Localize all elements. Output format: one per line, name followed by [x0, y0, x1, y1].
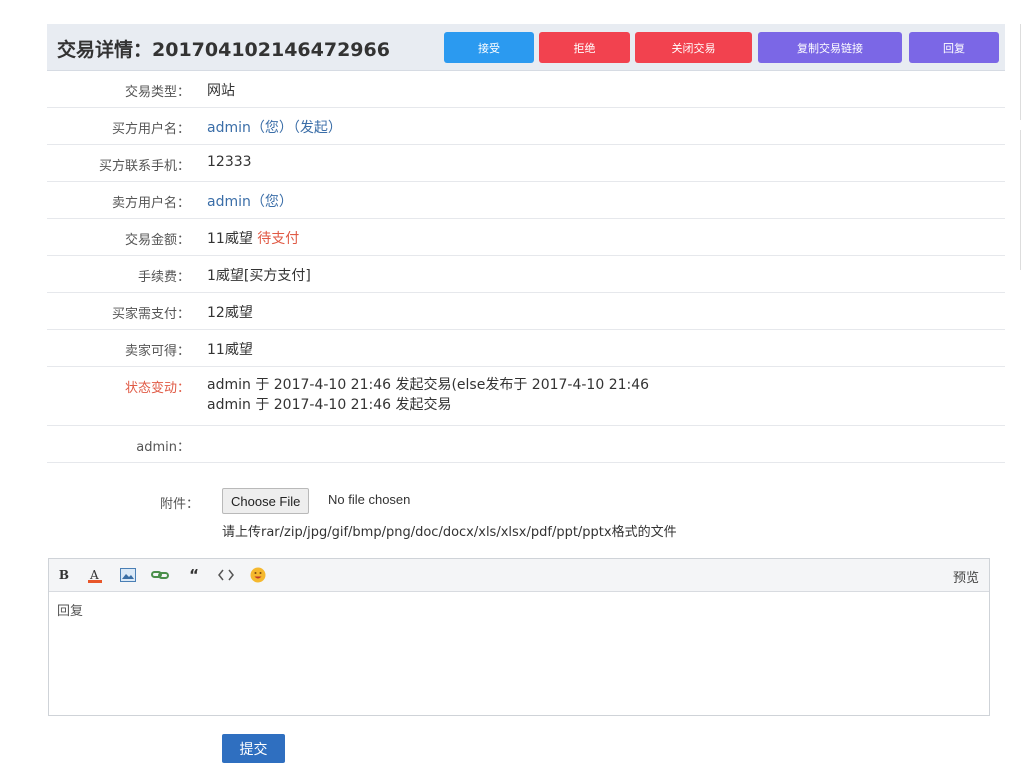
choose-file-button[interactable]: Choose File	[222, 488, 310, 514]
value-fee: 1威望[买方支付]	[207, 268, 311, 284]
label-buyer-phone: 买方联系手机：	[98, 159, 190, 174]
reply-editor: B A “ 预览 回复	[48, 558, 990, 716]
detail-row-amount: 交易金额： 11威望 待支付	[47, 219, 1005, 256]
font-color-icon[interactable]: A	[86, 566, 104, 584]
code-icon[interactable]	[217, 566, 235, 584]
label-status-changes: 状态变动：	[124, 381, 190, 396]
detail-row-fee: 手续费： 1威望[买方支付]	[47, 256, 1005, 293]
value-seller-gets: 11威望	[207, 342, 253, 358]
detail-row-seller-gets: 卖家可得： 11威望	[47, 330, 1005, 367]
trade-detail-header: 交易详情：201704102146472966 接受 拒绝 关闭交易 复制交易链…	[47, 24, 1005, 71]
attachment-hint: 请上传rar/zip/jpg/gif/bmp/png/doc/docx/xls/…	[222, 525, 677, 540]
detail-row-buyer: 买方用户名： admin（您）（发起）	[47, 108, 1005, 145]
trade-details-table: 交易类型： 网站 买方用户名： admin（您）（发起） 买方联系手机： 123…	[47, 71, 1005, 463]
detail-row-buyer-pays: 买家需支付： 12威望	[47, 293, 1005, 330]
value-buyer-pays: 12威望	[207, 305, 253, 321]
payment-status-badge: 待支付	[257, 231, 300, 247]
detail-row-buyer-phone: 买方联系手机： 12333	[47, 145, 1005, 182]
status-log-line: admin 于 2017-4-10 21:46 发起交易(else发布于 201…	[207, 377, 650, 393]
emoji-icon[interactable]	[249, 566, 267, 584]
label-buyer-pays: 买家需支付：	[111, 307, 190, 322]
reject-button[interactable]: 拒绝	[539, 32, 630, 63]
preview-toggle[interactable]: 预览	[953, 567, 979, 586]
detail-row-status-changes: 状态变动： admin 于 2017-4-10 21:46 发起交易(else发…	[47, 367, 1005, 426]
label-seller-gets: 卖家可得：	[124, 344, 190, 359]
reply-textarea[interactable]: 回复	[49, 592, 989, 627]
value-buyer-phone: 12333	[207, 154, 252, 170]
no-file-text: No file chosen	[328, 492, 411, 507]
svg-text:A: A	[89, 568, 99, 582]
label-admin: admin：	[136, 440, 190, 455]
value-amount-wrap: 11威望 待支付	[207, 228, 299, 248]
status-log-line: admin 于 2017-4-10 21:46 发起交易	[207, 397, 452, 413]
label-amount: 交易金额：	[124, 233, 190, 248]
label-seller: 卖方用户名：	[111, 196, 190, 211]
label-buyer: 买方用户名：	[111, 122, 190, 137]
bold-icon[interactable]: B	[55, 566, 73, 584]
status-log: admin 于 2017-4-10 21:46 发起交易(else发布于 201…	[207, 375, 649, 415]
label-fee: 手续费：	[137, 270, 190, 285]
value-trade-type: 网站	[207, 83, 235, 99]
attachment-label: 附件：	[160, 497, 200, 512]
quote-icon[interactable]: “	[185, 566, 203, 584]
link-icon[interactable]	[151, 566, 169, 584]
side-panel-fragment	[1020, 24, 1030, 120]
editor-toolbar: B A “ 预览	[49, 559, 989, 592]
copy-trade-link-button[interactable]: 复制交易链接	[758, 32, 902, 63]
label-trade-type: 交易类型：	[124, 85, 190, 100]
detail-row-admin: admin：	[47, 426, 1005, 463]
seller-link[interactable]: admin（您）	[207, 191, 293, 211]
accept-button[interactable]: 接受	[444, 32, 534, 63]
submit-button[interactable]: 提交	[222, 734, 285, 763]
image-icon[interactable]	[119, 566, 137, 584]
value-amount: 11威望	[207, 231, 253, 247]
page-title: 交易详情：201704102146472966	[57, 39, 390, 61]
buyer-link[interactable]: admin（您）（发起）	[207, 117, 342, 137]
reply-button[interactable]: 回复	[909, 32, 999, 63]
detail-row-seller: 卖方用户名： admin（您）	[47, 182, 1005, 219]
detail-row-trade-type: 交易类型： 网站	[47, 71, 1005, 108]
close-trade-button[interactable]: 关闭交易	[635, 32, 752, 63]
side-panel-fragment	[1020, 130, 1030, 270]
